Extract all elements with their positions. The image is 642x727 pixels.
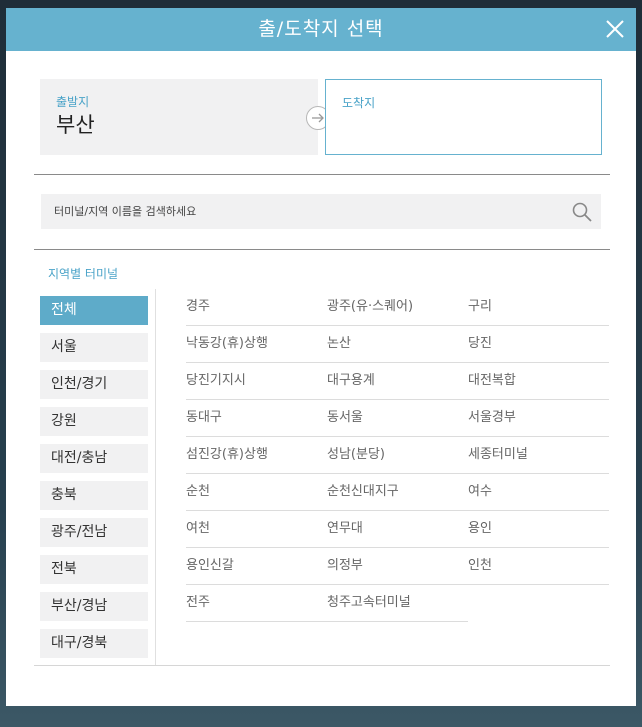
terminal-item[interactable]: 대구용계 [327, 363, 468, 400]
terminal-item[interactable]: 대전복합 [468, 363, 609, 400]
terminal-item[interactable]: 광주(유·스퀘어) [327, 289, 468, 326]
divider [34, 249, 610, 250]
terminal-item[interactable]: 청주고속터미널 [327, 585, 468, 622]
divider [34, 174, 610, 175]
search-placeholder: 터미널/지역 이름을 검색하세요 [54, 205, 197, 218]
terminal-item[interactable]: 섬진강(휴)상행 [186, 437, 327, 474]
terminal-item[interactable]: 전주 [186, 585, 327, 622]
route-selector: 출발지 부산 도착지 [40, 79, 602, 157]
divider-vertical [155, 289, 156, 666]
dialog-header: 출/도착지 선택 [6, 8, 636, 51]
dialog-title: 출/도착지 선택 [258, 18, 384, 40]
region-tab[interactable]: 전북 [40, 555, 148, 584]
region-tab[interactable]: 전체 [40, 296, 148, 325]
region-tab[interactable]: 강원 [40, 407, 148, 436]
departure-box[interactable]: 출발지 부산 [40, 79, 318, 155]
close-button[interactable] [602, 16, 628, 42]
search-icon[interactable] [571, 201, 593, 223]
region-tab[interactable]: 인천/경기 [40, 370, 148, 399]
terminal-item[interactable]: 성남(분당) [327, 437, 468, 474]
terminal-item[interactable]: 인천 [468, 548, 609, 585]
terminal-item[interactable]: 순천신대지구 [327, 474, 468, 511]
terminal-item[interactable]: 여천 [186, 511, 327, 548]
departure-value: 부산 [56, 113, 95, 137]
search-field[interactable]: 터미널/지역 이름을 검색하세요 [41, 194, 601, 229]
terminal-item[interactable]: 낙동강(휴)상행 [186, 326, 327, 363]
close-icon [606, 20, 624, 38]
terminal-item[interactable]: 용인신갈 [186, 548, 327, 585]
terminal-item[interactable]: 경주 [186, 289, 327, 326]
arrival-box[interactable]: 도착지 [325, 79, 602, 155]
region-tab[interactable]: 서울 [40, 333, 148, 362]
departure-label: 출발지 [56, 95, 90, 109]
terminal-item[interactable]: 서울경부 [468, 400, 609, 437]
terminal-item[interactable]: 동대구 [186, 400, 327, 437]
terminal-item[interactable]: 연무대 [327, 511, 468, 548]
terminal-item[interactable]: 구리 [468, 289, 609, 326]
terminal-item[interactable]: 의정부 [327, 548, 468, 585]
terminal-item[interactable]: 순천 [186, 474, 327, 511]
terminal-item[interactable]: 세종터미널 [468, 437, 609, 474]
terminal-item[interactable]: 여수 [468, 474, 609, 511]
region-tab[interactable]: 대전/충남 [40, 444, 148, 473]
terminal-item[interactable]: 논산 [327, 326, 468, 363]
terminal-select-dialog: 출/도착지 선택 출발지 부산 도착지 터미널/지역 이름을 검색하세요 지역별… [6, 8, 636, 706]
region-tab[interactable]: 충북 [40, 481, 148, 510]
terminal-item[interactable]: 당진 [468, 326, 609, 363]
terminal-item[interactable]: 동서울 [327, 400, 468, 437]
terminal-item[interactable]: 용인 [468, 511, 609, 548]
terminal-item[interactable]: 당진기지시 [186, 363, 327, 400]
region-tab[interactable]: 대구/경북 [40, 629, 148, 658]
region-tab[interactable]: 광주/전남 [40, 518, 148, 547]
arrival-label: 도착지 [342, 96, 376, 110]
region-section-title: 지역별 터미널 [48, 267, 119, 281]
region-list: 전체서울인천/경기강원대전/충남충북광주/전남전북부산/경남대구/경북 [40, 296, 148, 666]
divider [34, 665, 610, 666]
region-tab[interactable]: 부산/경남 [40, 592, 148, 621]
